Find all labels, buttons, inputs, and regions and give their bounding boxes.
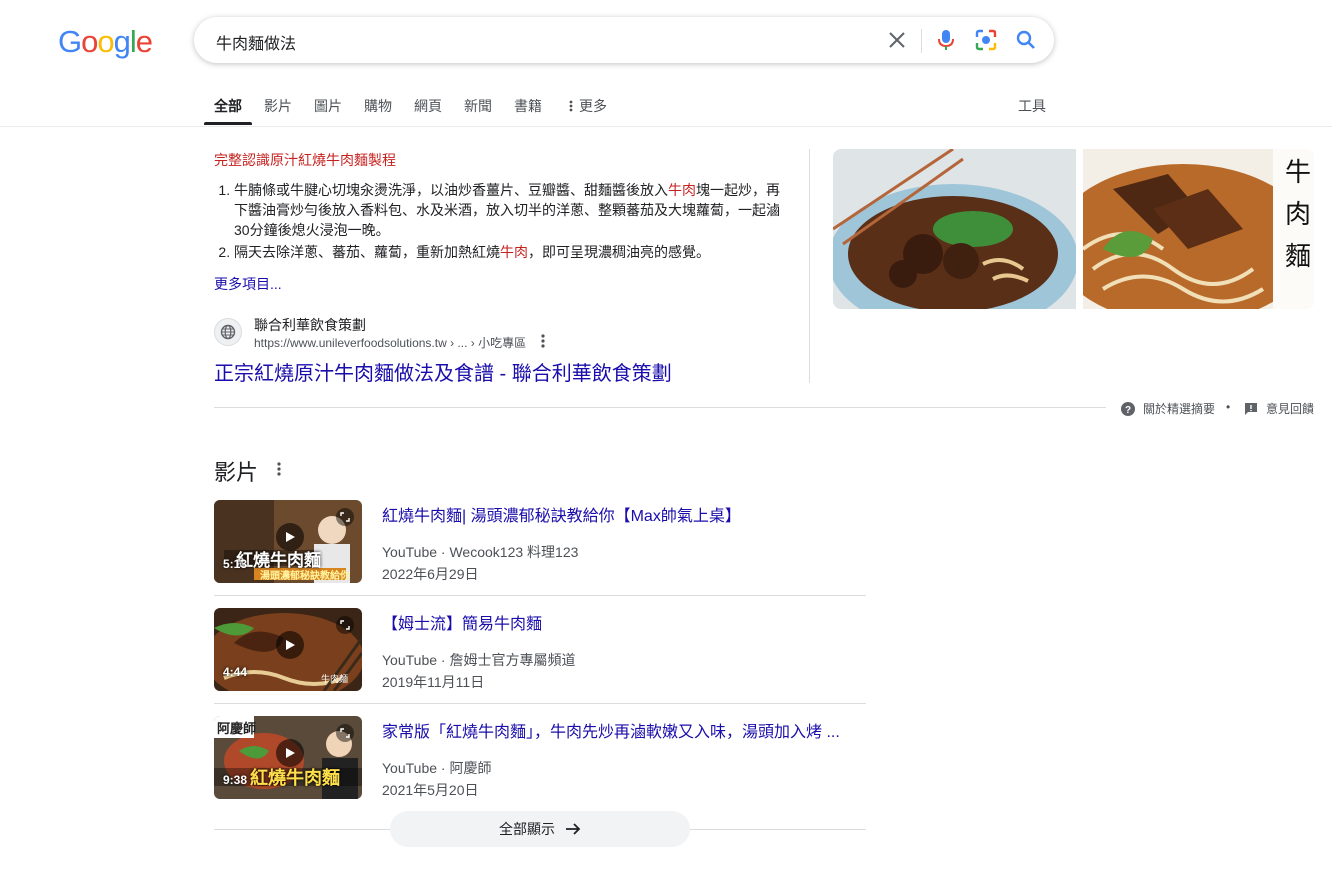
source-menu-icon[interactable] xyxy=(536,333,550,349)
video-result: 牛肉麵 4:44 【姆士流】簡易牛肉麵 YouTube · 詹姆士官方專屬頻道 … xyxy=(214,608,866,716)
feedback-icon xyxy=(1245,402,1257,415)
feedback-label: 意見回饋 xyxy=(1266,402,1315,416)
source-name[interactable]: 聯合利華飲食策劃 xyxy=(254,315,366,335)
feedback-button[interactable]: 意見回饋 xyxy=(1244,400,1314,417)
search-box[interactable]: 牛肉麵做法 xyxy=(194,17,1054,63)
arrow-right-icon xyxy=(566,823,581,835)
tab-books[interactable]: 書籍 xyxy=(514,96,542,116)
active-tab-indicator xyxy=(204,122,252,125)
snippet-step: 隔天去除洋蔥、蕃茄、蘿蔔，重新加熱紅燒牛肉，即可呈現濃稠油亮的感覺。 xyxy=(234,242,790,262)
logo-letter: o xyxy=(97,24,114,59)
expand-icon[interactable] xyxy=(336,724,354,742)
globe-icon[interactable] xyxy=(214,318,242,346)
video-title-link[interactable]: 家常版「紅燒牛肉麵」，牛肉先炒再滷軟嫩又入味，湯頭加入烤 ... xyxy=(382,718,840,742)
snippet-bottom-divider xyxy=(214,407,1106,408)
tab-shopping[interactable]: 購物 xyxy=(364,96,392,116)
video-platform: YouTube xyxy=(382,652,438,668)
search-tabs: 全部 影片 圖片 購物 網頁 新聞 書籍 更多 工具 xyxy=(0,86,1332,127)
thumbnail-logo-text: 阿慶師 xyxy=(217,721,257,736)
google-logo[interactable]: Google xyxy=(58,24,153,60)
video-thumbnail[interactable]: 牛肉麵 4:44 xyxy=(214,608,362,691)
video-divider xyxy=(214,703,866,704)
video-duration: 4:44 xyxy=(223,665,248,679)
video-title-link[interactable]: 【姆士流】簡易牛肉麵 xyxy=(382,610,542,634)
result-title-link[interactable]: 正宗紅燒原汁牛肉麵做法及食譜 - 聯合利華飲食策劃 xyxy=(214,357,672,386)
video-platform: YouTube xyxy=(382,544,438,560)
logo-letter: e xyxy=(135,24,153,59)
search-icon[interactable] xyxy=(1014,28,1038,52)
video-result: 阿慶師 紅燒牛肉麵 9:38 家常版「紅燒牛肉麵」，牛肉先炒再滷軟嫩又入味，湯頭… xyxy=(214,716,866,824)
thumbnail-caption: 紅燒牛肉麵 xyxy=(250,768,340,788)
tab-more-label: 更多 xyxy=(579,98,607,114)
video-channel: Wecook123 料理123 xyxy=(449,544,579,560)
meta-separator: · xyxy=(437,544,450,560)
show-all-label: 全部顯示 xyxy=(499,821,555,837)
search-input[interactable]: 牛肉麵做法 xyxy=(216,30,296,54)
tab-images[interactable]: 圖片 xyxy=(314,96,342,116)
video-platform: YouTube xyxy=(382,760,438,776)
play-icon xyxy=(276,631,304,659)
video-date: 2022年6月29日 xyxy=(382,566,479,582)
video-channel: 詹姆士官方專屬頻道 xyxy=(449,652,576,668)
search-divider xyxy=(921,29,922,53)
video-channel: 阿慶師 xyxy=(449,760,492,776)
svg-text:?: ? xyxy=(1125,405,1131,416)
about-snippet-label: 關於精選摘要 xyxy=(1143,402,1216,416)
video-thumbnail[interactable]: 阿慶師 紅燒牛肉麵 9:38 xyxy=(214,716,362,799)
video-meta: YouTube · 阿慶師 xyxy=(382,758,491,778)
tab-news[interactable]: 新聞 xyxy=(464,96,492,116)
video-result: 紅燒牛肉麵 湯頭濃郁秘訣教給你 5:13 紅燒牛肉麵| 湯頭濃郁秘訣教給你【Ma… xyxy=(214,500,866,608)
tab-videos[interactable]: 影片 xyxy=(264,96,292,116)
tools-button[interactable]: 工具 xyxy=(1018,96,1046,116)
video-date: 2021年5月20日 xyxy=(382,782,479,798)
thumbnail-caption: 牛肉麵 xyxy=(320,674,348,684)
expand-icon[interactable] xyxy=(336,616,354,634)
video-title-link[interactable]: 紅燒牛肉麵| 湯頭濃郁秘訣教給你【Max帥氣上桌】 xyxy=(382,502,741,526)
video-date: 2019年11月11日 xyxy=(382,674,485,690)
snippet-step: 牛腩條或牛腱心切塊汆燙洗淨，以油炒香薑片、豆瓣醬、甜麵醬後放入牛肉塊一起炒，再下… xyxy=(234,180,790,240)
snippet-steps: 牛腩條或牛腱心切塊汆燙洗淨，以油炒香薑片、豆瓣醬、甜麵醬後放入牛肉塊一起炒，再下… xyxy=(214,180,790,264)
more-vert-icon xyxy=(569,100,573,112)
expand-icon[interactable] xyxy=(336,508,354,526)
lens-camera-icon[interactable] xyxy=(974,28,998,52)
video-duration: 9:38 xyxy=(223,773,248,787)
videos-heading: 影片 xyxy=(214,460,259,485)
snippet-heading: 完整認識原汁紅燒牛肉麵製程 xyxy=(214,152,396,168)
logo-letter: o xyxy=(81,24,98,59)
snippet-image-1[interactable] xyxy=(833,149,1076,309)
play-icon xyxy=(276,523,304,551)
snippet-image-caption: 牛肉麵 xyxy=(1284,158,1311,272)
microphone-icon[interactable] xyxy=(934,28,958,52)
logo-letter: g xyxy=(113,24,131,59)
video-meta: YouTube · 詹姆士官方專屬頻道 xyxy=(382,650,575,670)
video-duration: 5:13 xyxy=(223,557,248,571)
source-url[interactable]: https://www.unileverfoodsolutions.tw › .… xyxy=(254,334,526,351)
tab-more[interactable]: 更多 xyxy=(569,96,607,116)
separator-dot: • xyxy=(1226,400,1231,414)
tab-all[interactable]: 全部 xyxy=(214,96,242,116)
videos-menu-icon[interactable] xyxy=(272,460,286,478)
thumbnail-subcaption: 湯頭濃郁秘訣教給你 xyxy=(260,571,350,582)
show-all-button[interactable]: 全部顯示 xyxy=(390,811,690,847)
play-icon xyxy=(276,739,304,767)
snippet-divider xyxy=(809,149,810,383)
clear-icon[interactable] xyxy=(885,28,909,52)
meta-separator: · xyxy=(437,760,450,776)
tab-web[interactable]: 網頁 xyxy=(414,96,442,116)
logo-letter: G xyxy=(58,24,82,59)
help-icon: ? xyxy=(1121,401,1135,416)
meta-separator: · xyxy=(437,652,450,668)
video-meta: YouTube · Wecook123 料理123 xyxy=(382,542,578,562)
video-thumbnail[interactable]: 紅燒牛肉麵 湯頭濃郁秘訣教給你 5:13 xyxy=(214,500,362,583)
snippet-image-2[interactable] xyxy=(1083,149,1314,309)
more-items-link[interactable]: 更多項目... xyxy=(214,274,282,294)
about-snippet-button[interactable]: ? 關於精選摘要 xyxy=(1121,400,1215,417)
video-divider xyxy=(214,595,866,596)
